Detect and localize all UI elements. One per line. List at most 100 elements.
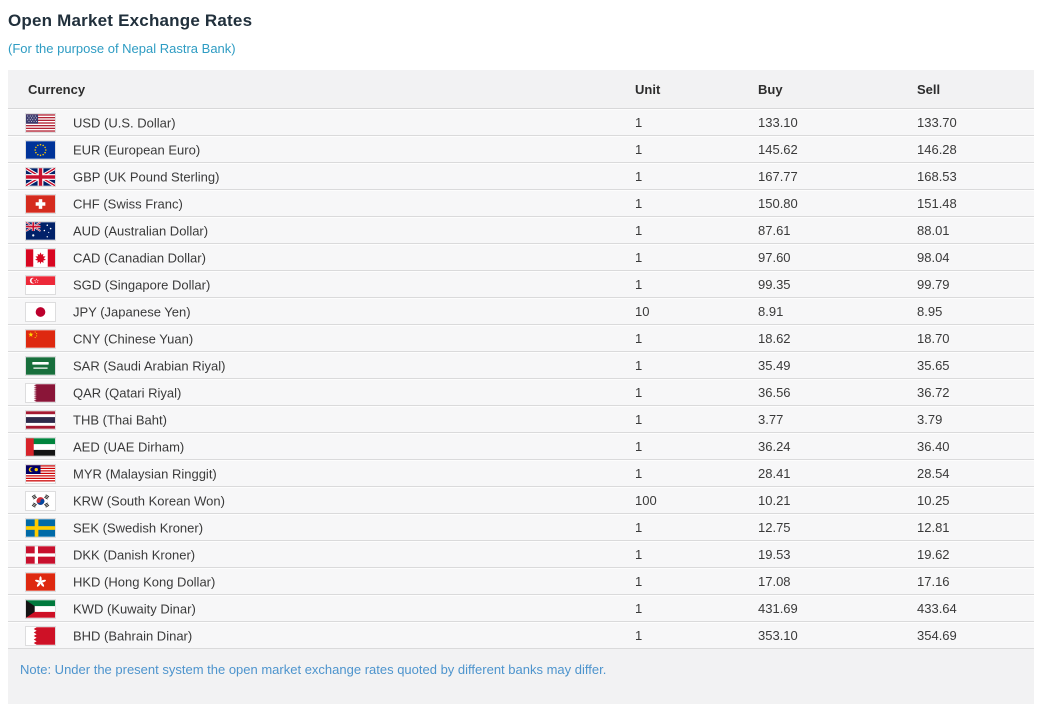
unit-cell: 1 — [635, 595, 758, 622]
table-row: QAR (Qatari Riyal)136.5636.72 — [8, 379, 1034, 406]
sell-cell: 36.40 — [917, 433, 1034, 460]
buy-cell: 145.62 — [758, 136, 917, 163]
table-header-row: Currency Unit Buy Sell — [8, 70, 1034, 109]
buy-cell: 8.91 — [758, 298, 917, 325]
table-row: CAD (Canadian Dollar)197.6098.04 — [8, 244, 1034, 271]
currency-cell: QAR (Qatari Riyal) — [8, 379, 635, 406]
unit-cell: 1 — [635, 433, 758, 460]
flag-ch-icon — [26, 195, 55, 213]
unit-cell: 10 — [635, 298, 758, 325]
currency-cell: CAD (Canadian Dollar) — [8, 244, 635, 271]
sell-cell: 18.70 — [917, 325, 1034, 352]
unit-cell: 1 — [635, 541, 758, 568]
flag-se-icon — [26, 519, 55, 537]
flag-hk-icon — [26, 573, 55, 591]
currency-cell: CNY (Chinese Yuan) — [8, 325, 635, 352]
sell-cell: 19.62 — [917, 541, 1034, 568]
table-row: SGD (Singapore Dollar)199.3599.79 — [8, 271, 1034, 298]
currency-label: THB (Thai Baht) — [73, 412, 167, 427]
flag-eu-icon — [26, 141, 55, 159]
buy-cell: 87.61 — [758, 217, 917, 244]
flag-kw-icon — [26, 600, 55, 618]
column-header-sell: Sell — [917, 70, 1034, 109]
unit-cell: 1 — [635, 136, 758, 163]
sell-cell: 3.79 — [917, 406, 1034, 433]
column-header-unit: Unit — [635, 70, 758, 109]
unit-cell: 1 — [635, 568, 758, 595]
unit-cell: 1 — [635, 244, 758, 271]
flag-my-icon — [26, 465, 55, 483]
sell-cell: 8.95 — [917, 298, 1034, 325]
sell-cell: 17.16 — [917, 568, 1034, 595]
buy-cell: 17.08 — [758, 568, 917, 595]
unit-cell: 1 — [635, 406, 758, 433]
buy-cell: 99.35 — [758, 271, 917, 298]
rates-panel: Currency Unit Buy Sell USD (U.S. Dollar)… — [8, 70, 1034, 704]
table-row: THB (Thai Baht)13.773.79 — [8, 406, 1034, 433]
flag-bh-icon — [26, 627, 55, 645]
sell-cell: 168.53 — [917, 163, 1034, 190]
currency-cell: KRW (South Korean Won) — [8, 487, 635, 514]
currency-label: JPY (Japanese Yen) — [73, 304, 191, 319]
currency-cell: SEK (Swedish Kroner) — [8, 514, 635, 541]
currency-label: AUD (Australian Dollar) — [73, 223, 208, 238]
flag-ca-icon — [26, 249, 55, 267]
unit-cell: 100 — [635, 487, 758, 514]
currency-cell: HKD (Hong Kong Dollar) — [8, 568, 635, 595]
table-row: USD (U.S. Dollar)1133.10133.70 — [8, 109, 1034, 136]
exchange-rates-table: Currency Unit Buy Sell USD (U.S. Dollar)… — [8, 70, 1034, 649]
sell-cell: 99.79 — [917, 271, 1034, 298]
unit-cell: 1 — [635, 352, 758, 379]
flag-kr-icon — [26, 492, 55, 510]
sell-cell: 12.81 — [917, 514, 1034, 541]
table-row: EUR (European Euro) 1145.62146.28 — [8, 136, 1034, 163]
buy-cell: 97.60 — [758, 244, 917, 271]
table-row: CNY (Chinese Yuan)118.6218.70 — [8, 325, 1034, 352]
table-row: KRW (South Korean Won)10010.2110.25 — [8, 487, 1034, 514]
buy-cell: 35.49 — [758, 352, 917, 379]
currency-label: USD (U.S. Dollar) — [73, 115, 176, 130]
table-row: DKK (Danish Kroner) 119.5319.62 — [8, 541, 1034, 568]
unit-cell: 1 — [635, 460, 758, 487]
buy-cell: 18.62 — [758, 325, 917, 352]
currency-label: HKD (Hong Kong Dollar) — [73, 574, 215, 589]
unit-cell: 1 — [635, 109, 758, 136]
sell-cell: 151.48 — [917, 190, 1034, 217]
flag-jp-icon — [26, 303, 55, 321]
currency-cell: EUR (European Euro) — [8, 136, 635, 163]
sell-cell: 28.54 — [917, 460, 1034, 487]
flag-sg-icon — [26, 276, 55, 294]
column-header-buy: Buy — [758, 70, 917, 109]
table-row: HKD (Hong Kong Dollar) 117.0817.16 — [8, 568, 1034, 595]
sell-cell: 146.28 — [917, 136, 1034, 163]
table-row: MYR (Malaysian Ringgit)128.4128.54 — [8, 460, 1034, 487]
sell-cell: 35.65 — [917, 352, 1034, 379]
flag-us-icon — [26, 114, 55, 132]
sell-cell: 36.72 — [917, 379, 1034, 406]
buy-cell: 431.69 — [758, 595, 917, 622]
table-row: SEK (Swedish Kroner)112.7512.81 — [8, 514, 1034, 541]
currency-label: BHD (Bahrain Dinar) — [73, 628, 192, 643]
currency-cell: AED (UAE Dirham) — [8, 433, 635, 460]
currency-cell: BHD (Bahrain Dinar) — [8, 622, 635, 649]
currency-label: GBP (UK Pound Sterling) — [73, 169, 219, 184]
currency-label: EUR (European Euro) — [73, 142, 200, 157]
unit-cell: 1 — [635, 190, 758, 217]
table-row: GBP (UK Pound Sterling)1167.77168.53 — [8, 163, 1034, 190]
currency-cell: JPY (Japanese Yen) — [8, 298, 635, 325]
unit-cell: 1 — [635, 217, 758, 244]
currency-label: KRW (South Korean Won) — [73, 493, 225, 508]
unit-cell: 1 — [635, 379, 758, 406]
currency-label: QAR (Qatari Riyal) — [73, 385, 181, 400]
currency-cell: MYR (Malaysian Ringgit) — [8, 460, 635, 487]
sell-cell: 88.01 — [917, 217, 1034, 244]
table-row: BHD (Bahrain Dinar)1353.10354.69 — [8, 622, 1034, 649]
flag-ae-icon — [26, 438, 55, 456]
currency-cell: THB (Thai Baht) — [8, 406, 635, 433]
currency-label: DKK (Danish Kroner) — [73, 547, 195, 562]
currency-cell: GBP (UK Pound Sterling) — [8, 163, 635, 190]
unit-cell: 1 — [635, 325, 758, 352]
sell-cell: 10.25 — [917, 487, 1034, 514]
buy-cell: 19.53 — [758, 541, 917, 568]
currency-cell: AUD (Australian Dollar) — [8, 217, 635, 244]
